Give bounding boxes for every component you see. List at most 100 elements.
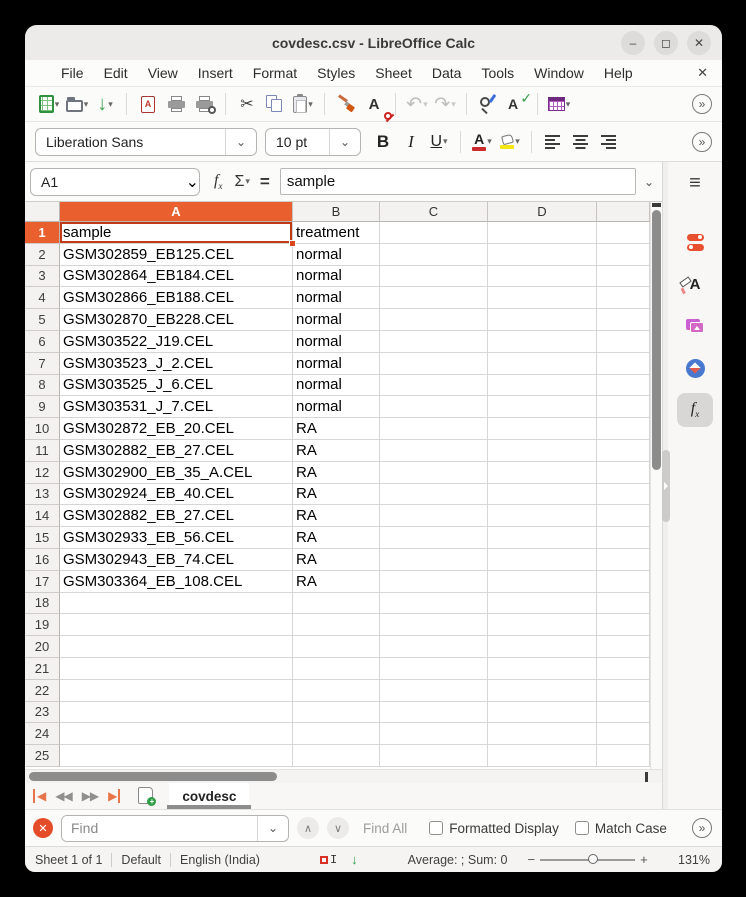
cell-A8[interactable]: GSM303525_J_6.CEL (60, 375, 293, 397)
align-right-button[interactable] (597, 128, 621, 156)
select-all-button[interactable] (25, 202, 60, 222)
row-header-24[interactable]: 24 (25, 723, 60, 745)
copy-button[interactable] (263, 90, 287, 118)
row-header-5[interactable]: 5 (25, 309, 60, 331)
cell-D5[interactable] (488, 309, 597, 331)
cell-E23[interactable] (597, 702, 650, 724)
cell-E17[interactable] (597, 571, 650, 593)
cell-B20[interactable] (293, 636, 380, 658)
cell-E5[interactable] (597, 309, 650, 331)
cell-C20[interactable] (380, 636, 488, 658)
autosum-dropdown[interactable]: ▾ (245, 176, 250, 187)
row-header-8[interactable]: 8 (25, 375, 60, 397)
menu-sheet[interactable]: Sheet (365, 65, 422, 81)
cell-A19[interactable] (60, 614, 293, 636)
print-preview-button[interactable] (192, 90, 216, 118)
font-color-dropdown[interactable]: ▾ (487, 136, 492, 147)
cell-E11[interactable] (597, 440, 650, 462)
undo-button[interactable]: ↶▾ (405, 90, 429, 118)
cell-C13[interactable] (380, 484, 488, 506)
cell-C12[interactable] (380, 462, 488, 484)
cell-C11[interactable] (380, 440, 488, 462)
cell-D12[interactable] (488, 462, 597, 484)
column-header-B[interactable]: B (293, 202, 380, 222)
row-header-16[interactable]: 16 (25, 549, 60, 571)
chevron-down-icon[interactable]: ⌄ (226, 135, 256, 149)
insert-row-column-button[interactable]: ▾ (547, 90, 571, 118)
find-field[interactable]: ⌄ (61, 815, 289, 842)
save-button[interactable]: ↓▾ (93, 90, 117, 118)
align-center-button[interactable] (569, 128, 593, 156)
underline-button[interactable]: U▾ (427, 128, 451, 156)
cell-A11[interactable]: GSM302882_EB_27.CEL (60, 440, 293, 462)
cell-A17[interactable]: GSM303364_EB_108.CEL (60, 571, 293, 593)
cell-A23[interactable] (60, 702, 293, 724)
formatted-display-checkbox[interactable] (429, 821, 443, 835)
table-dropdown[interactable]: ▾ (566, 99, 571, 110)
cell-A13[interactable]: GSM302924_EB_40.CEL (60, 484, 293, 506)
paste-button[interactable]: ▾ (291, 90, 315, 118)
expand-formula-bar-button[interactable]: ⌄ (636, 175, 662, 189)
toolbar-overflow-button[interactable]: » (692, 94, 712, 114)
cell-C5[interactable] (380, 309, 488, 331)
vertical-scrollbar-thumb[interactable] (652, 210, 661, 470)
cell-A15[interactable]: GSM302933_EB_56.CEL (60, 527, 293, 549)
menu-file[interactable]: File (51, 65, 94, 81)
name-box[interactable]: A1 ⌄ (30, 168, 200, 196)
cell-A2[interactable]: GSM302859_EB125.CEL (60, 244, 293, 266)
cell-D25[interactable] (488, 745, 597, 767)
match-case-checkbox[interactable] (575, 821, 589, 835)
language-status[interactable]: English (India) (180, 853, 260, 867)
cell-A21[interactable] (60, 658, 293, 680)
cell-B22[interactable] (293, 680, 380, 702)
cell-C3[interactable] (380, 266, 488, 288)
new-dropdown[interactable]: ▾ (55, 99, 60, 110)
column-header-C[interactable]: C (380, 202, 488, 222)
cell-B21[interactable] (293, 658, 380, 680)
menu-edit[interactable]: Edit (94, 65, 138, 81)
cell-D4[interactable] (488, 287, 597, 309)
formatting-overflow-button[interactable]: » (692, 132, 712, 152)
cell-A9[interactable]: GSM303531_J_7.CEL (60, 396, 293, 418)
cell-B4[interactable]: normal (293, 287, 380, 309)
function-wizard-button[interactable]: fx (214, 172, 222, 191)
cell-D24[interactable] (488, 723, 597, 745)
cell-A1[interactable]: sample (60, 222, 293, 244)
cell-B7[interactable]: normal (293, 353, 380, 375)
clone-formatting-button[interactable] (334, 90, 358, 118)
cell-A6[interactable]: GSM303522_J19.CEL (60, 331, 293, 353)
zoom-in-button[interactable]: + (640, 852, 648, 867)
cell-D22[interactable] (488, 680, 597, 702)
cell-E15[interactable] (597, 527, 650, 549)
cell-D15[interactable] (488, 527, 597, 549)
print-button[interactable] (164, 90, 188, 118)
menu-help[interactable]: Help (594, 65, 643, 81)
document-modified-icon[interactable]: ↓ (351, 852, 358, 867)
last-sheet-button[interactable]: ▶ (108, 789, 120, 803)
cell-A3[interactable]: GSM302864_EB184.CEL (60, 266, 293, 288)
row-header-14[interactable]: 14 (25, 505, 60, 527)
cell-E3[interactable] (597, 266, 650, 288)
cell-E16[interactable] (597, 549, 650, 571)
cell-E1[interactable] (597, 222, 650, 244)
cell-E20[interactable] (597, 636, 650, 658)
fill-handle[interactable] (289, 240, 296, 247)
menu-data[interactable]: Data (422, 65, 472, 81)
chevron-down-icon[interactable]: ⌄ (186, 172, 199, 192)
cell-C16[interactable] (380, 549, 488, 571)
cell-C1[interactable] (380, 222, 488, 244)
close-button[interactable]: ✕ (687, 31, 711, 55)
column-header-A[interactable]: A (60, 202, 293, 222)
sidebar-tab-styles[interactable]: A (677, 267, 713, 301)
selection-statistics[interactable]: Average: ; Sum: 0 (408, 853, 508, 867)
cell-C24[interactable] (380, 723, 488, 745)
save-dropdown[interactable]: ▾ (108, 99, 113, 110)
zoom-level[interactable]: 131% (678, 853, 710, 867)
cell-B1[interactable]: treatment (293, 222, 380, 244)
cell-D17[interactable] (488, 571, 597, 593)
cell-B19[interactable] (293, 614, 380, 636)
cell-E4[interactable] (597, 287, 650, 309)
cell-B14[interactable]: RA (293, 505, 380, 527)
page-style[interactable]: Default (121, 853, 161, 867)
cut-button[interactable]: ✂ (235, 90, 259, 118)
